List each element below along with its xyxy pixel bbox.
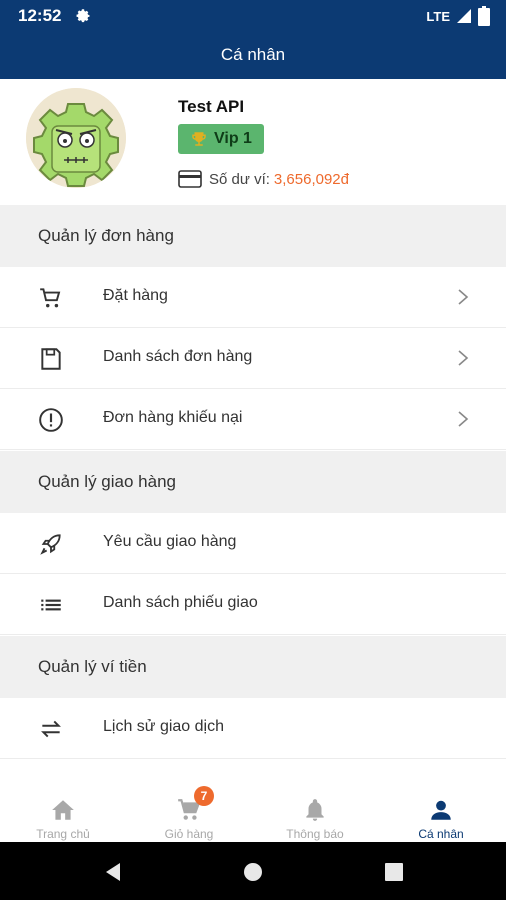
nav-profile[interactable]: Cá nhân	[378, 785, 504, 842]
swap-icon	[41, 720, 61, 738]
section-header-delivery: Quản lý giao hàng	[0, 451, 506, 513]
avatar[interactable]	[26, 88, 126, 188]
menu-item-complaint-orders[interactable]: Đơn hàng khiếu nại	[0, 389, 506, 450]
section-title: Quản lý giao hàng	[38, 472, 176, 491]
section-header-orders: Quản lý đơn hàng	[0, 205, 506, 267]
menu-item-label: Yêu cầu giao hàng	[103, 533, 237, 550]
rocket-icon	[40, 534, 61, 555]
network-label: LTE	[426, 8, 450, 24]
status-bar: 12:52 LTE	[0, 0, 506, 32]
menu-item-label: Đơn hàng khiếu nại	[103, 409, 243, 426]
menu-item-place-order[interactable]: Đặt hàng	[0, 267, 506, 328]
nav-home[interactable]: Trang chủ	[0, 785, 126, 842]
person-icon	[431, 800, 451, 820]
alert-circle-icon	[39, 408, 63, 432]
section-title: Quản lý ví tiền	[38, 657, 147, 676]
system-navigation-bar	[0, 842, 506, 900]
bottom-navigation: Trang chủ Giỏ hàng 7 Thông báo Cá nhân	[0, 785, 506, 842]
home-button-icon[interactable]	[243, 862, 263, 882]
balance-label: Số dư ví:	[209, 170, 270, 188]
credit-card-icon	[178, 170, 202, 188]
nav-cart[interactable]: Giỏ hàng	[126, 785, 252, 842]
bell-icon	[306, 799, 324, 821]
cart-count-badge: 7	[194, 786, 214, 806]
page-title: Cá nhân	[220, 45, 286, 64]
menu-item-delivery-request[interactable]: Yêu cầu giao hàng	[0, 513, 506, 574]
menu-item-label: Lịch sử giao dịch	[103, 718, 224, 735]
chevron-right-icon	[458, 350, 469, 366]
menu-item-label: Danh sách đơn hàng	[103, 348, 253, 365]
robot-avatar-icon	[26, 88, 126, 188]
balance-value: 3,656,092đ	[273, 170, 349, 188]
list-icon	[41, 599, 61, 611]
section-header-wallet: Quản lý ví tiền	[0, 636, 506, 698]
vip-badge: Vip 1	[178, 124, 264, 154]
wallet-balance: Số dư ví: 3,656,092đ	[178, 170, 349, 188]
menu-item-label: Đặt hàng	[103, 287, 168, 304]
back-icon[interactable]	[103, 862, 123, 882]
section-title: Quản lý đơn hàng	[38, 226, 174, 245]
menu-item-order-list[interactable]: Danh sách đơn hàng	[0, 328, 506, 389]
nav-label: Giỏ hàng	[164, 827, 214, 841]
home-icon	[52, 800, 74, 820]
chevron-right-icon	[458, 411, 469, 427]
list-continuation	[0, 760, 506, 785]
profile-card: Test API Vip 1 Số dư ví: 3,656,092đ	[0, 79, 506, 205]
trophy-icon	[192, 132, 206, 146]
nav-label: Trang chủ	[36, 827, 90, 841]
save-icon	[41, 348, 61, 370]
chevron-right-icon	[458, 289, 469, 305]
vip-label: Vip 1	[214, 130, 252, 147]
nav-label: Thông báo	[286, 827, 344, 841]
nav-label: Cá nhân	[418, 827, 464, 841]
user-name: Test API	[178, 97, 245, 116]
menu-item-transaction-history[interactable]: Lịch sử giao dịch	[0, 698, 506, 759]
nav-notifications[interactable]: Thông báo	[252, 785, 378, 842]
menu-item-label: Danh sách phiếu giao	[103, 594, 258, 611]
recents-icon[interactable]	[384, 862, 404, 882]
cart-icon	[40, 288, 61, 308]
menu-item-delivery-slips[interactable]: Danh sách phiếu giao	[0, 574, 506, 635]
app-bar: Cá nhân	[0, 32, 506, 79]
signal-icon	[457, 9, 471, 23]
gear-icon	[76, 9, 90, 23]
status-time: 12:52	[18, 6, 62, 25]
battery-icon	[478, 6, 490, 26]
